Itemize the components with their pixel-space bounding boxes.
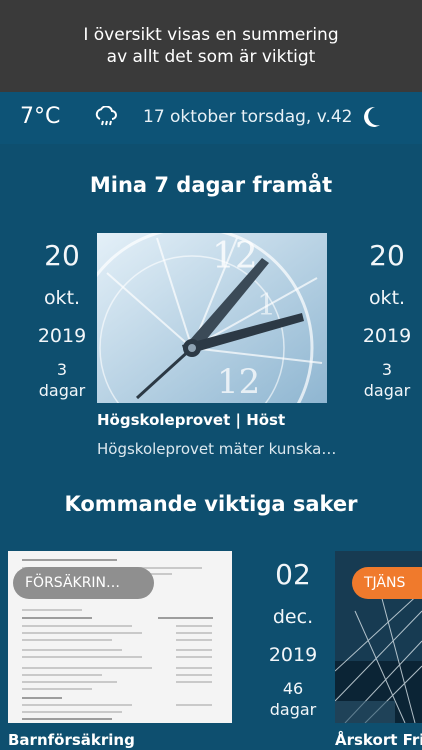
service-category-tag[interactable]: TJÄNS <box>352 567 422 599</box>
status-bar: 7°C 17 oktober torsdag, v.42 <box>0 92 422 144</box>
date-day: 20 <box>44 239 80 272</box>
days-count: 3 <box>56 360 68 379</box>
date-year: 2019 <box>362 325 412 347</box>
caption-banner: I översikt visas en summering av allt de… <box>0 0 422 92</box>
date-year: 2019 <box>37 325 87 347</box>
temperature: 7°C <box>20 104 61 129</box>
clock-image[interactable]: 12 1 12 <box>97 233 327 403</box>
event-card-description: Högskoleprovet mäter kunska… <box>97 440 337 458</box>
date-day: 20 <box>369 239 405 272</box>
cloud-rain-icon[interactable] <box>94 106 118 128</box>
days-count: 46 <box>282 679 304 698</box>
event-card-title[interactable]: Högskoleprovet | Höst <box>97 411 285 429</box>
week-left-date[interactable]: 20 okt. 2019 3 dagar <box>27 239 97 401</box>
days-unit: dagar <box>269 700 317 719</box>
caption-line-2: av allt det som är viktigt <box>106 47 316 67</box>
week-right-date[interactable]: 20 okt. 2019 3 dagar <box>352 239 422 401</box>
days-count: 3 <box>381 360 393 379</box>
date-year: 2019 <box>268 644 318 666</box>
svg-text:12: 12 <box>217 362 260 402</box>
date-month: dec. <box>272 606 314 628</box>
important-section-title: Kommande viktiga saker <box>64 492 358 516</box>
caption-line-1: I översikt visas en summering <box>83 25 339 45</box>
date-month: okt. <box>43 287 81 309</box>
insurance-category-tag[interactable]: FÖRSÄKRIN… <box>13 567 154 599</box>
days-unit: dagar <box>363 381 411 400</box>
moon-icon[interactable] <box>360 105 382 129</box>
insurance-card-title[interactable]: Barnförsäkring <box>8 731 135 749</box>
service-card-title[interactable]: Årskort Frisk <box>335 731 422 749</box>
clock-illustration: 12 1 12 <box>97 233 327 403</box>
current-date: 17 oktober torsdag, v.42 <box>143 107 353 127</box>
important-center-date[interactable]: 02 dec. 2019 46 dagar <box>258 558 328 720</box>
date-month: okt. <box>368 287 406 309</box>
week-section-title: Mina 7 dagar framåt <box>89 173 333 197</box>
date-day: 02 <box>275 558 311 591</box>
svg-text:1: 1 <box>257 288 276 323</box>
days-unit: dagar <box>38 381 86 400</box>
